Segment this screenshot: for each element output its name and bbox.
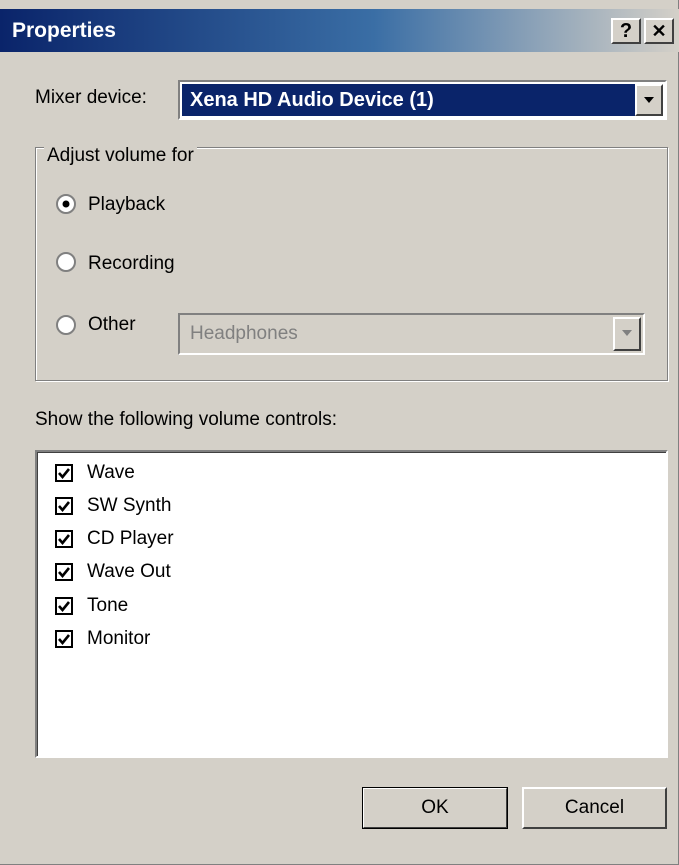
properties-dialog: Properties ? ✕ Mixer device: Xena HD Aud…	[0, 0, 679, 865]
list-item-label: Wave	[87, 462, 135, 483]
recording-label[interactable]: Recording	[88, 253, 175, 275]
mixer-device-label: Mixer device:	[35, 87, 147, 108]
mixer-device-dropdown-button[interactable]	[635, 84, 663, 116]
checkmark-icon	[58, 501, 70, 512]
checkmark-icon	[58, 601, 70, 612]
radio-selected-icon	[56, 194, 76, 214]
adjust-volume-legend: Adjust volume for	[44, 145, 197, 167]
other-device-value: Headphones	[190, 323, 298, 344]
checkmark-icon	[58, 634, 70, 645]
other-radio[interactable]	[56, 315, 76, 335]
volume-controls-label: Show the following volume controls:	[35, 409, 338, 430]
cd-player-checkbox[interactable]	[55, 530, 73, 548]
list-item-label: CD Player	[87, 528, 174, 549]
other-device-select[interactable]: Headphones	[178, 313, 645, 355]
ok-button[interactable]: OK	[362, 787, 508, 829]
list-item-label: Wave Out	[87, 561, 171, 582]
checkmark-icon	[58, 534, 70, 545]
recording-radio[interactable]	[56, 252, 76, 272]
other-device-dropdown-button[interactable]	[613, 317, 641, 351]
window-title: Properties	[12, 19, 116, 42]
help-button[interactable]: ?	[611, 18, 641, 44]
playback-label[interactable]: Playback	[88, 194, 165, 216]
chevron-down-icon	[644, 97, 654, 103]
wave-checkbox[interactable]	[55, 464, 73, 482]
tone-checkbox[interactable]	[55, 597, 73, 615]
help-icon: ?	[619, 20, 633, 42]
list-item-label: SW Synth	[87, 495, 172, 516]
playback-radio[interactable]	[56, 194, 76, 214]
checkmark-icon	[58, 567, 70, 578]
mixer-device-value: Xena HD Audio Device (1)	[182, 84, 635, 116]
radio-unselected-icon	[56, 252, 76, 272]
cancel-button[interactable]: Cancel	[522, 787, 667, 829]
other-label[interactable]: Other	[88, 314, 136, 336]
close-icon: ✕	[651, 21, 667, 41]
list-item-label: Tone	[87, 595, 129, 616]
title-bar[interactable]: Properties ? ✕	[0, 9, 679, 52]
sw-synth-checkbox[interactable]	[55, 497, 73, 515]
mixer-device-select[interactable]: Xena HD Audio Device (1)	[178, 80, 667, 120]
ok-button-label: OK	[421, 797, 449, 818]
chevron-down-icon	[622, 330, 632, 336]
close-button[interactable]: ✕	[644, 18, 674, 44]
wave-out-checkbox[interactable]	[55, 563, 73, 581]
cancel-button-label: Cancel	[564, 797, 625, 818]
list-item-label: Monitor	[87, 628, 151, 649]
volume-controls-list[interactable]: Wave SW Synth CD Player Wave Out Tone Mo…	[35, 450, 668, 758]
checkmark-icon	[58, 468, 70, 479]
monitor-checkbox[interactable]	[55, 630, 73, 648]
radio-unselected-icon	[56, 315, 76, 335]
